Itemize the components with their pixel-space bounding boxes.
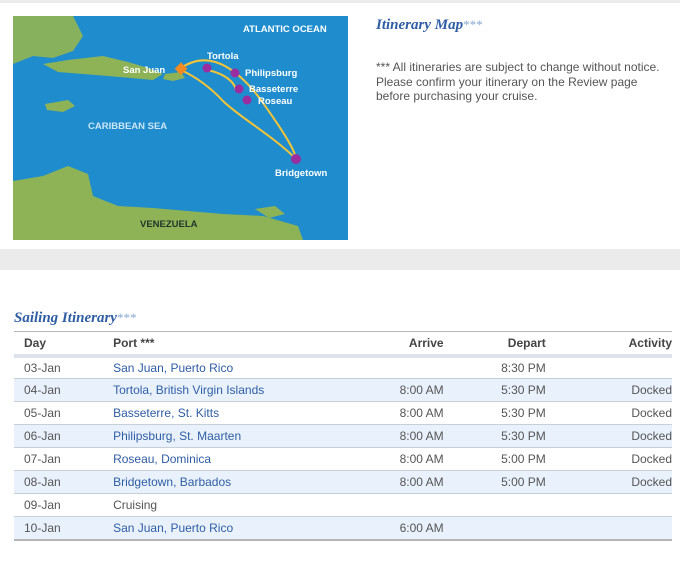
- cell-day: 08-Jan: [24, 475, 61, 489]
- cell-depart: 5:00 PM: [501, 452, 546, 466]
- cell-day: 07-Jan: [24, 452, 61, 466]
- cell-arrive: [373, 356, 444, 379]
- port-marker-roseau: [242, 95, 252, 105]
- port-link[interactable]: Bridgetown, Barbados: [113, 475, 231, 489]
- port-link[interactable]: Roseau, Dominica: [113, 452, 211, 466]
- cell-depart: 8:30 PM: [501, 360, 546, 375]
- port-link[interactable]: San Juan, Puerto Rico: [113, 361, 233, 375]
- table-row: 04-Jan Tortola, British Virgin Islands 8…: [14, 378, 672, 402]
- cell-arrive: 8:00 AM: [399, 406, 444, 420]
- port-marker-basseterre: [234, 84, 244, 94]
- cell-depart: 5:30 PM: [501, 383, 546, 397]
- cell-activity: Docked: [631, 406, 672, 420]
- map-label-tortola: Tortola: [207, 51, 239, 62]
- table-header-row: Day Port *** Arrive Depart Activity: [14, 331, 672, 358]
- cell-depart: 5:30 PM: [501, 429, 546, 443]
- cell-arrive: 6:00 AM: [399, 520, 444, 535]
- cell-activity: Docked: [631, 429, 672, 443]
- sailing-itinerary-title: Sailing Itinerary***: [14, 310, 136, 327]
- header-port: Port ***: [113, 331, 373, 358]
- cell-arrive: 8:00 AM: [399, 429, 444, 443]
- port-marker-bridgetown: [291, 154, 301, 164]
- cell-depart: [444, 494, 546, 517]
- table-row: 06-Jan Philipsburg, St. Maarten 8:00 AM …: [14, 424, 672, 448]
- cell-day: 05-Jan: [24, 406, 61, 420]
- table-row: 09-Jan Cruising: [14, 494, 672, 517]
- header-arrive: Arrive: [372, 331, 444, 358]
- itinerary-map-title-text: Itinerary Map: [376, 17, 464, 33]
- port-link[interactable]: Basseterre, St. Kitts: [113, 406, 219, 420]
- itinerary-notice: *** All itineraries are subject to chang…: [376, 60, 660, 103]
- cell-arrive: 8:00 AM: [399, 475, 444, 489]
- port-link[interactable]: San Juan, Puerto Rico: [113, 521, 233, 535]
- cell-arrive: 8:00 AM: [399, 452, 444, 466]
- map-label-sea: CARIBBEAN SEA: [88, 121, 167, 132]
- map-label-bridgetown: Bridgetown: [275, 168, 327, 179]
- header-depart: Depart: [443, 331, 546, 358]
- map-label-san-juan: San Juan: [123, 65, 165, 76]
- table-row: 03-Jan San Juan, Puerto Rico 8:30 PM: [14, 356, 672, 379]
- port-marker-philipsburg: [230, 68, 240, 78]
- sailing-itinerary-title-stars: ***: [116, 310, 137, 325]
- port-link[interactable]: Philipsburg, St. Maarten: [113, 429, 241, 443]
- cell-activity: Docked: [631, 452, 672, 466]
- cell-port: Tortola, British Virgin Islands: [113, 379, 373, 402]
- port-marker-tortola: [202, 63, 212, 73]
- cell-depart: 5:30 PM: [501, 406, 546, 420]
- map-label-country: VENEZUELA: [140, 219, 198, 230]
- cell-activity: [546, 517, 672, 540]
- table-row: 05-Jan Basseterre, St. Kitts 8:00 AM 5:3…: [14, 402, 672, 425]
- cell-arrive: [373, 494, 444, 517]
- cell-port: Philipsburg, St. Maarten: [113, 425, 373, 448]
- cell-port: Cruising: [113, 494, 373, 517]
- sailing-itinerary-panel: Sailing Itinerary*** Day Port *** Arrive…: [0, 270, 680, 582]
- cell-activity: [546, 494, 672, 517]
- cell-port: San Juan, Puerto Rico: [113, 356, 373, 379]
- cell-arrive: 8:00 AM: [399, 383, 444, 397]
- cell-activity: Docked: [631, 383, 672, 397]
- port-text: Cruising: [113, 498, 158, 512]
- cell-activity: Docked: [631, 475, 672, 489]
- itinerary-map-panel: ATLANTIC OCEAN CARIBBEAN SEA VENEZUELA S…: [0, 3, 680, 249]
- cell-activity: [546, 356, 672, 379]
- header-activity: Activity: [545, 331, 672, 358]
- cell-depart: 5:00 PM: [501, 475, 546, 489]
- map-label-philipsburg: Philipsburg: [245, 68, 297, 79]
- cell-depart: [444, 517, 546, 540]
- cell-day: 06-Jan: [24, 429, 61, 443]
- map-label-ocean: ATLANTIC OCEAN: [243, 24, 327, 35]
- itinerary-map: ATLANTIC OCEAN CARIBBEAN SEA VENEZUELA S…: [13, 16, 348, 240]
- table-row: 10-Jan San Juan, Puerto Rico 6:00 AM: [14, 516, 672, 540]
- cell-day: 10-Jan: [24, 520, 61, 535]
- itinerary-table: Day Port *** Arrive Depart Activity 03-J…: [14, 331, 672, 541]
- table-row: 08-Jan Bridgetown, Barbados 8:00 AM 5:00…: [14, 470, 672, 494]
- cell-day: 03-Jan: [24, 360, 61, 375]
- port-link[interactable]: Tortola, British Virgin Islands: [113, 383, 264, 397]
- map-label-roseau: Roseau: [258, 96, 293, 107]
- sailing-itinerary-title-text: Sailing Itinerary: [14, 310, 117, 326]
- cell-port: Roseau, Dominica: [113, 448, 373, 471]
- itinerary-map-title: Itinerary Map***: [376, 17, 483, 34]
- table-row: 07-Jan Roseau, Dominica 8:00 AM 5:00 PM …: [14, 448, 672, 471]
- itinerary-map-title-stars: ***: [463, 17, 483, 32]
- cell-day: 09-Jan: [24, 498, 61, 512]
- header-day: Day: [14, 331, 114, 358]
- cell-day: 04-Jan: [24, 383, 61, 397]
- map-label-basseterre: Basseterre: [249, 84, 298, 95]
- cell-port: Bridgetown, Barbados: [113, 471, 373, 494]
- cell-port: Basseterre, St. Kitts: [113, 402, 373, 425]
- cell-port: San Juan, Puerto Rico: [113, 517, 373, 540]
